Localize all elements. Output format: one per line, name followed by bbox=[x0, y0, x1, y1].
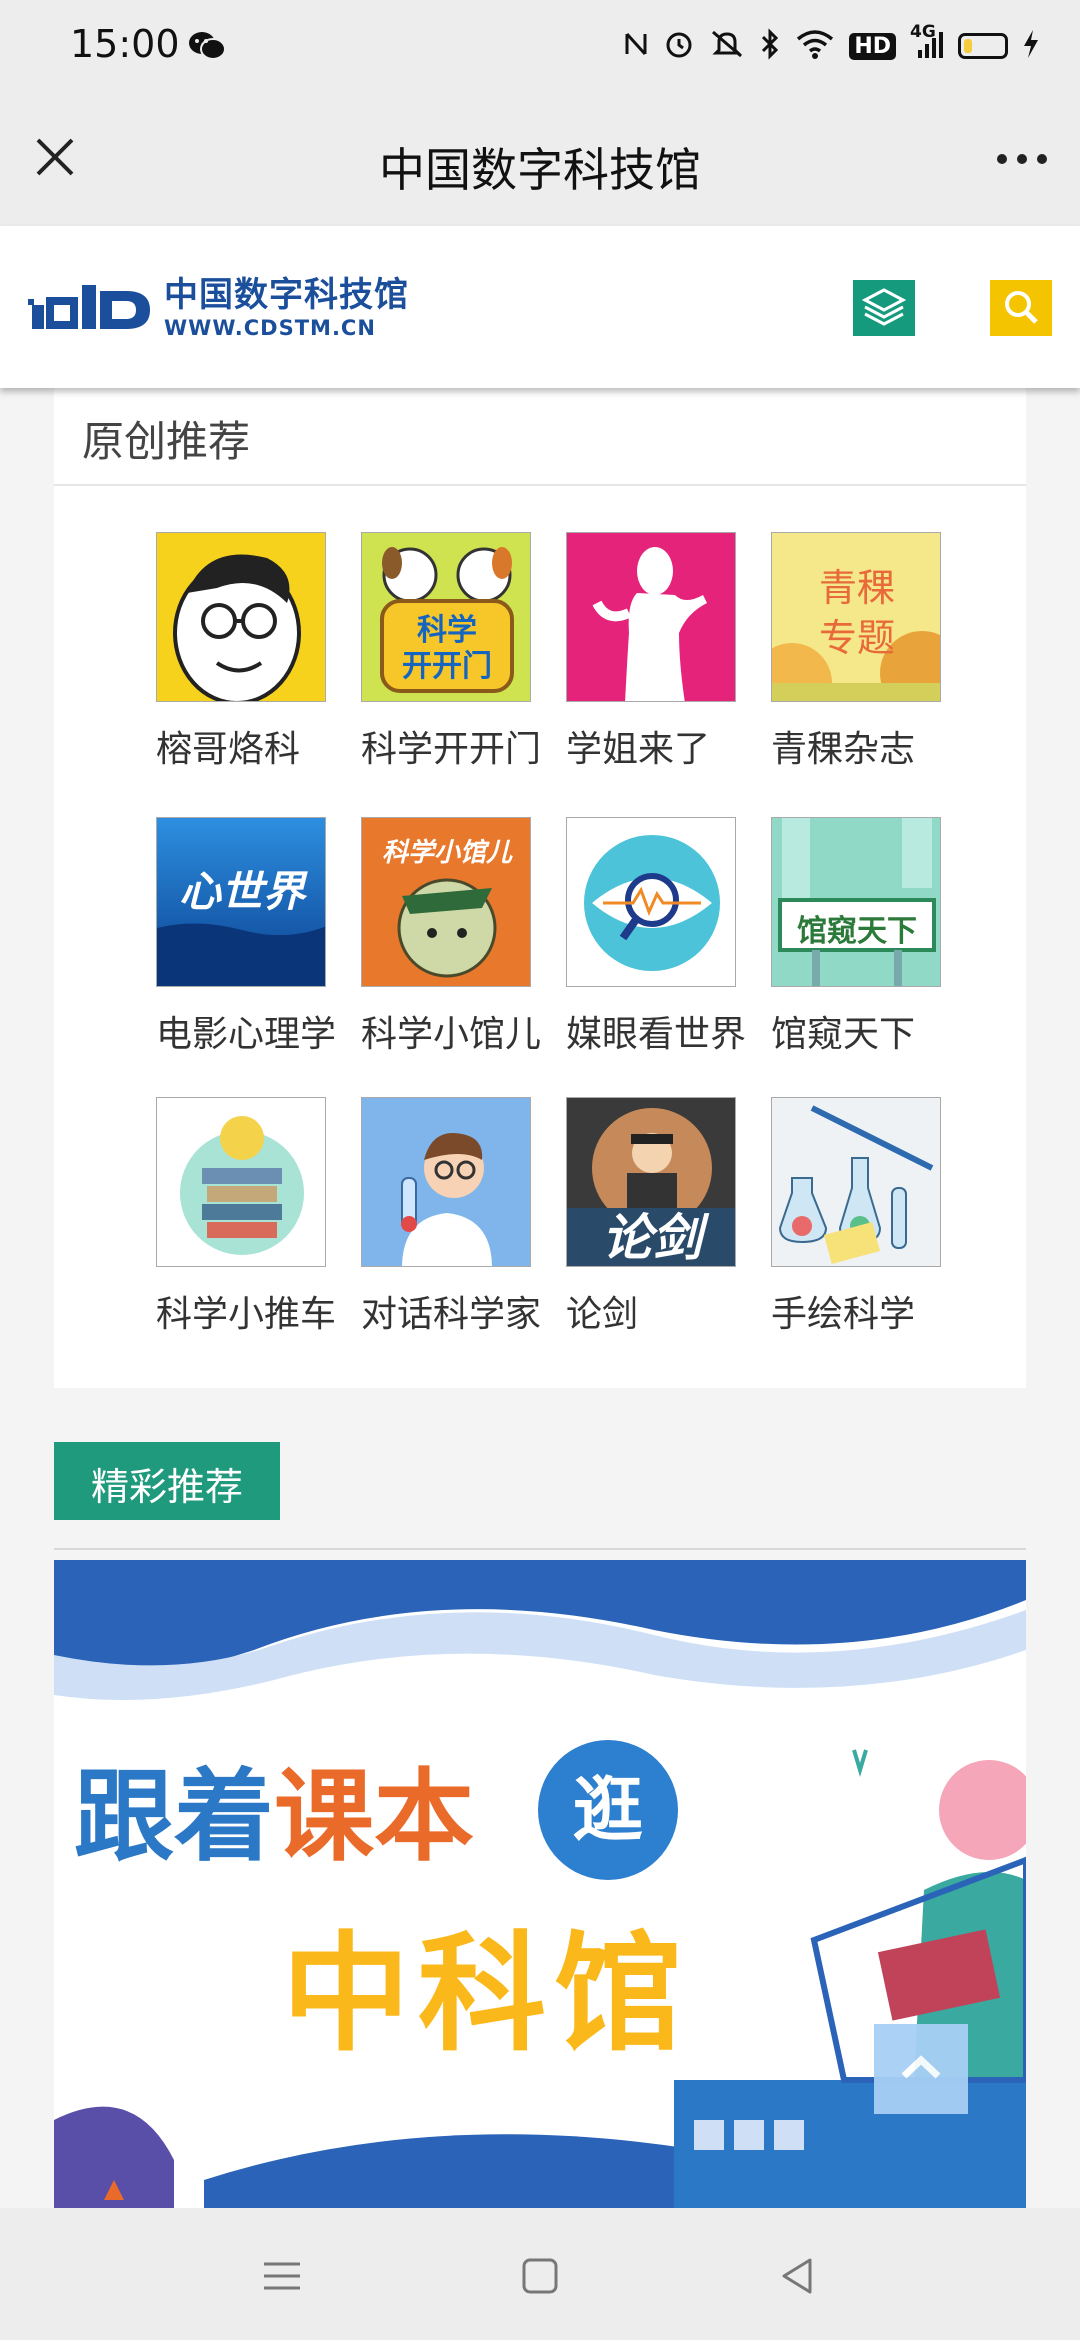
network-type: 4G bbox=[910, 22, 936, 42]
column-thumbnail[interactable] bbox=[156, 532, 326, 702]
logo-chinese-text: 中国数字科技馆 bbox=[164, 275, 409, 315]
column-thumbnail[interactable] bbox=[771, 1097, 941, 1267]
nav-back-button[interactable] bbox=[770, 2248, 826, 2304]
thumb-text-kexue: 科学 bbox=[417, 613, 477, 648]
hd-icon: HD bbox=[849, 32, 896, 60]
battery-icon bbox=[958, 33, 1008, 59]
hamburger-icon bbox=[264, 2262, 300, 2290]
status-time: 15:00 bbox=[70, 22, 180, 66]
column-label: 青稞杂志 bbox=[771, 729, 916, 770]
column-thumbnail[interactable]: 科学 开开门 bbox=[361, 532, 531, 702]
thumb-text-zhuanti: 专题 bbox=[818, 616, 895, 660]
search-button[interactable] bbox=[990, 280, 1052, 336]
section-divider bbox=[54, 1548, 1026, 1550]
column-thumbnail[interactable]: 论剑 bbox=[566, 1097, 736, 1267]
banner-headline-line1: 跟着课本 bbox=[74, 1735, 474, 1880]
page-title: 中国数字科技馆 bbox=[379, 143, 701, 197]
back-triangle-icon bbox=[782, 2258, 812, 2294]
column-label: 馆窥天下 bbox=[771, 1014, 916, 1055]
section-title: 原创推荐 bbox=[82, 417, 251, 466]
column-thumbnail[interactable] bbox=[156, 1097, 326, 1267]
column-item-meiyankanshijie[interactable]: 媒眼看世界 bbox=[566, 817, 776, 1057]
layers-icon bbox=[861, 288, 907, 326]
column-item-xuejielaile[interactable]: 学姐来了 bbox=[566, 532, 776, 772]
menu-layers-button[interactable] bbox=[853, 280, 915, 336]
site-logo[interactable]: 中国数字科技馆 WWW.CDSTM.CN bbox=[26, 278, 409, 339]
nav-menu-button[interactable] bbox=[254, 2248, 310, 2304]
column-item-ronggelaoke[interactable]: 榕哥烙科 bbox=[156, 532, 366, 772]
thumb-text-kaikaimen: 开开门 bbox=[402, 649, 492, 684]
search-icon bbox=[1005, 291, 1038, 324]
battery-level bbox=[964, 39, 972, 53]
column-label: 科学小推车 bbox=[156, 1294, 337, 1335]
column-thumbnail[interactable] bbox=[566, 817, 736, 987]
thumb-text-qingke: 青稞 bbox=[818, 566, 895, 610]
bluetooth-icon bbox=[759, 28, 781, 64]
thumb-text-guankui: 馆窥天下 bbox=[797, 914, 917, 949]
column-label: 对话科学家 bbox=[361, 1294, 542, 1335]
thumb-text-xinshijie: 心世界 bbox=[178, 867, 305, 916]
home-square-icon bbox=[522, 2258, 558, 2294]
thumb-text-lunjian: 论剑 bbox=[602, 1209, 702, 1267]
nav-home-button[interactable] bbox=[512, 2248, 568, 2304]
thumb-text-xiaoguaner: 科学小馆儿 bbox=[381, 838, 512, 868]
alarm-icon bbox=[663, 28, 695, 64]
column-item-kexuexiaoguaner[interactable]: 科学小馆儿 科学小馆儿 bbox=[361, 817, 571, 1057]
column-thumbnail[interactable] bbox=[361, 1097, 531, 1267]
title-bar: 中国数字科技馆 bbox=[0, 96, 1080, 226]
column-label: 媒眼看世界 bbox=[566, 1014, 747, 1055]
more-dots-icon bbox=[997, 154, 1047, 164]
wifi-icon bbox=[795, 28, 835, 64]
column-item-shouhuikexue[interactable]: 手绘科学 bbox=[771, 1097, 981, 1337]
mute-icon bbox=[709, 28, 745, 64]
status-bar: 15:00 HD 4G bbox=[0, 0, 1080, 96]
charging-icon bbox=[1022, 28, 1040, 64]
column-label: 榕哥烙科 bbox=[156, 729, 301, 770]
banner-circle-badge: 逛 bbox=[538, 1740, 678, 1880]
column-item-qingkezazhi[interactable]: 青稞 专题 青稞杂志 bbox=[771, 532, 981, 772]
column-thumbnail[interactable]: 心世界 bbox=[156, 817, 326, 987]
logo-url-text: WWW.CDSTM.CN bbox=[164, 316, 376, 340]
more-options-button[interactable] bbox=[992, 134, 1052, 184]
column-thumbnail[interactable]: 青稞 专题 bbox=[771, 532, 941, 702]
system-navigation-bar bbox=[0, 2208, 1080, 2340]
column-thumbnail[interactable]: 馆窥天下 bbox=[771, 817, 941, 987]
column-label: 科学小馆儿 bbox=[361, 1014, 542, 1055]
signal-icon: 4G bbox=[910, 22, 944, 64]
column-item-duihuakexuejia[interactable]: 对话科学家 bbox=[361, 1097, 571, 1337]
banner-headline-line2: 中科馆 bbox=[282, 1920, 691, 2069]
column-item-kexuexiaotuiche[interactable]: 科学小推车 bbox=[156, 1097, 366, 1337]
column-label: 论剑 bbox=[566, 1294, 639, 1335]
banner-text-keben: 课本 bbox=[274, 1758, 474, 1875]
back-to-top-button[interactable] bbox=[874, 2024, 968, 2114]
column-thumbnail[interactable]: 科学小馆儿 bbox=[361, 817, 531, 987]
column-item-lunjian[interactable]: 论剑 论剑 bbox=[566, 1097, 776, 1337]
column-label: 科学开开门 bbox=[361, 729, 542, 770]
column-item-guankuitianxia[interactable]: 馆窥天下 馆窥天下 bbox=[771, 817, 981, 1057]
nfc-icon bbox=[623, 28, 649, 64]
original-recommendations-panel: 原创推荐 榕哥烙科 科学 开开门 科学开开门 学姐来了 青稞 专题 青稞杂志 心… bbox=[54, 388, 1026, 1388]
wechat-icon bbox=[188, 30, 226, 66]
column-label: 学姐来了 bbox=[566, 729, 711, 770]
featured-section-tab[interactable]: 精彩推荐 bbox=[54, 1442, 280, 1520]
banner-text-genzhe: 跟着 bbox=[74, 1758, 274, 1875]
column-thumbnail[interactable] bbox=[566, 532, 736, 702]
column-label: 手绘科学 bbox=[771, 1294, 916, 1335]
panel-header: 原创推荐 bbox=[54, 388, 1026, 486]
featured-section-title: 精彩推荐 bbox=[90, 1465, 243, 1509]
cdstm-logo-icon bbox=[28, 284, 150, 329]
site-header: 中国数字科技馆 WWW.CDSTM.CN bbox=[0, 226, 1080, 388]
column-item-kexuekaikaimen[interactable]: 科学 开开门 科学开开门 bbox=[361, 532, 571, 772]
column-item-dianyingxinlixue[interactable]: 心世界 电影心理学 bbox=[156, 817, 366, 1057]
column-label: 电影心理学 bbox=[156, 1014, 337, 1055]
chevron-up-icon bbox=[901, 2055, 941, 2079]
